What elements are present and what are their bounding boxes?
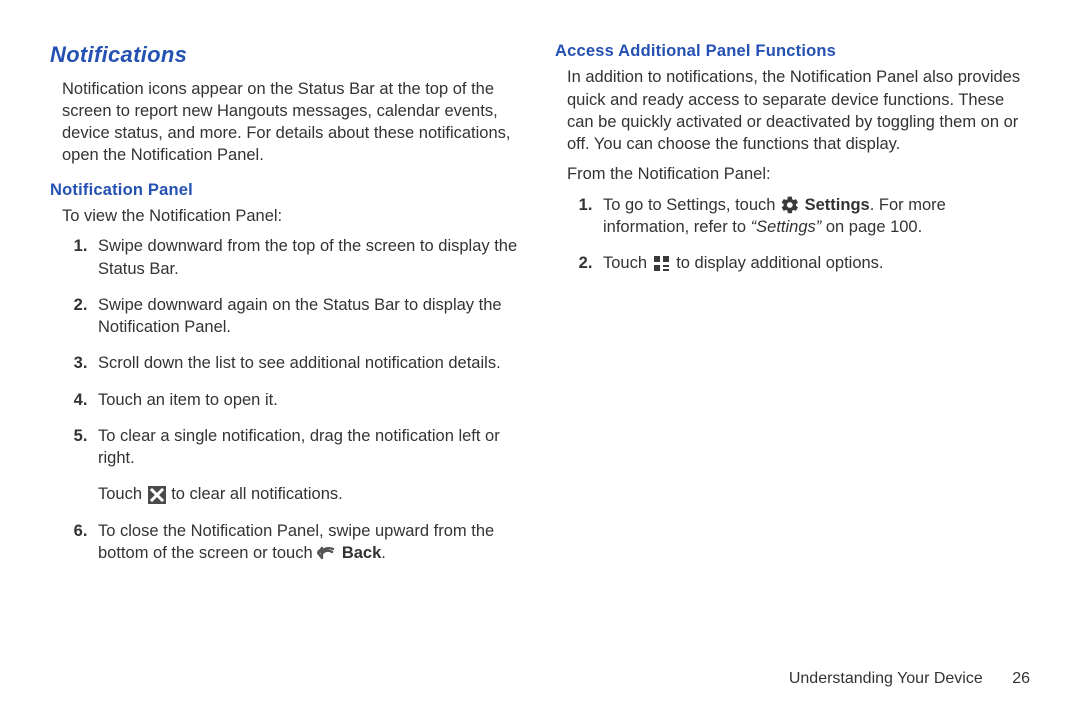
step-3: Scroll down the list to see additional n… xyxy=(92,352,525,374)
page-number: 26 xyxy=(1012,668,1030,690)
subheading-notification-panel: Notification Panel xyxy=(50,179,525,201)
step-5: To clear a single notification, drag the… xyxy=(92,425,525,506)
r1-pre: To go to Settings, touch xyxy=(603,196,780,214)
r1-post-on: on page xyxy=(821,218,890,236)
settings-gear-icon xyxy=(780,195,800,215)
step-5b-pre: Touch xyxy=(98,485,147,503)
intro-paragraph: Notification icons appear on the Status … xyxy=(62,78,525,167)
r2-post: to display additional options. xyxy=(672,254,884,272)
step-6-back-label: Back xyxy=(342,544,381,562)
right-column: Access Additional Panel Functions In add… xyxy=(555,40,1030,578)
r2-pre: Touch xyxy=(603,254,652,272)
step-6-pre: To close the Notification Panel, swipe u… xyxy=(98,522,494,562)
step-4: Touch an item to open it. xyxy=(92,389,525,411)
step-5-subline: Touch to clear all notifications. xyxy=(98,483,525,505)
back-icon xyxy=(317,544,337,564)
page: Notifications Notification icons appear … xyxy=(0,0,1080,720)
step-4-text: Touch an item to open it. xyxy=(98,391,278,409)
from-panel-line: From the Notification Panel: xyxy=(567,163,1030,185)
right-step-1: To go to Settings, touch Settings. For m… xyxy=(597,194,1030,239)
r1-page: 100 xyxy=(890,218,918,236)
view-panel-line: To view the Notification Panel: xyxy=(62,205,525,227)
step-1-text: Swipe downward from the top of the scree… xyxy=(98,237,517,277)
more-options-icon xyxy=(652,254,672,274)
step-6: To close the Notification Panel, swipe u… xyxy=(92,520,525,565)
step-5-text: To clear a single notification, drag the… xyxy=(98,427,500,467)
right-step-2: Touch to display additional options. xyxy=(597,252,1030,274)
r1-settings-label: Settings xyxy=(805,196,870,214)
right-intro-paragraph: In addition to notifications, the Notifi… xyxy=(567,66,1030,155)
step-2: Swipe downward again on the Status Bar t… xyxy=(92,294,525,339)
left-column: Notifications Notification icons appear … xyxy=(50,40,525,578)
step-3-text: Scroll down the list to see additional n… xyxy=(98,354,501,372)
step-5b-post: to clear all notifications. xyxy=(167,485,343,503)
section-title-notifications: Notifications xyxy=(50,40,525,70)
r1-ref: “Settings” xyxy=(751,218,822,236)
r1-end: . xyxy=(918,218,923,236)
subheading-additional-functions: Access Additional Panel Functions xyxy=(555,40,1030,62)
content-columns: Notifications Notification icons appear … xyxy=(50,40,1030,578)
steps-list: Swipe downward from the top of the scree… xyxy=(62,235,525,564)
step-1: Swipe downward from the top of the scree… xyxy=(92,235,525,280)
page-footer: Understanding Your Device 26 xyxy=(789,668,1030,690)
step-6-post: . xyxy=(381,544,386,562)
step-2-text: Swipe downward again on the Status Bar t… xyxy=(98,296,502,336)
clear-all-icon xyxy=(147,485,167,505)
chapter-title: Understanding Your Device xyxy=(789,670,983,687)
right-steps-list: To go to Settings, touch Settings. For m… xyxy=(567,194,1030,275)
